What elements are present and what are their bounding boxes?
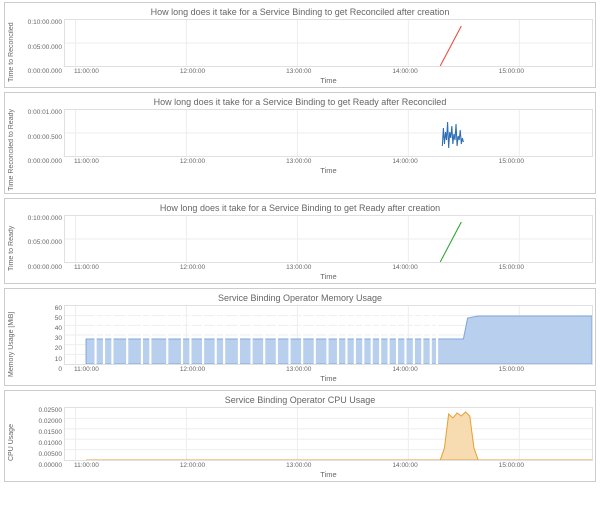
- chart-title: How long does it take for a Service Bind…: [7, 203, 593, 213]
- y-ticks: 0.02500 0.02000 0.01500 0.01000 0.00500 0.000…: [16, 407, 62, 469]
- y-tick: 0: [16, 366, 62, 373]
- x-tick: 11:00:00: [74, 264, 99, 271]
- y-tick: 0:00:01.000: [16, 109, 62, 116]
- y-tick: 10: [16, 356, 62, 363]
- y-tick: 0:00:00.500: [16, 134, 62, 141]
- plot-area: [64, 305, 593, 365]
- y-tick: 0.02500: [16, 407, 62, 414]
- x-tick: 13:00:00: [286, 366, 311, 373]
- x-ticks: 11:00:00 12:00:00 13:00:00 14:00:00 15:00:00: [74, 462, 524, 469]
- y-tick: 0:00:00.000: [16, 158, 62, 165]
- y-tick: 0.01500: [16, 429, 62, 436]
- x-tick: 12:00:00: [180, 264, 205, 271]
- chart-title: Service Binding Operator CPU Usage: [7, 395, 593, 405]
- plot-area: [64, 109, 593, 157]
- x-tick: 15:00:00: [499, 462, 524, 469]
- x-tick: 12:00:00: [180, 68, 205, 75]
- y-tick: 50: [16, 315, 62, 322]
- y-tick: 0.01000: [16, 440, 62, 447]
- y-ticks: 60 50 40 30 20 10 0: [16, 305, 62, 373]
- x-tick: 12:00:00: [180, 462, 205, 469]
- plot-area: [64, 407, 593, 461]
- x-tick: 12:00:00: [180, 366, 205, 373]
- chart-title: How long does it take for a Service Bind…: [7, 97, 593, 107]
- chart-panel-0: How long does it take for a Service Bind…: [4, 2, 596, 88]
- x-tick: 13:00:00: [286, 158, 311, 165]
- x-tick: 14:00:00: [392, 462, 417, 469]
- x-axis-label: Time: [64, 76, 593, 85]
- y-tick: 0:00:00.000: [16, 264, 62, 271]
- x-tick: 12:00:00: [180, 158, 205, 165]
- x-axis-label: Time: [64, 374, 593, 383]
- x-ticks: 11:00:00 12:00:00 13:00:00 14:00:00 15:00:00: [74, 366, 524, 373]
- y-axis-label: Time to Reconciled: [7, 19, 16, 85]
- y-tick: 0.02000: [16, 418, 62, 425]
- y-axis-label: Time to Ready: [7, 215, 16, 281]
- y-tick: 40: [16, 325, 62, 332]
- chart-panel-3: Service Binding Operator Memory Usage Mem…: [4, 288, 596, 386]
- y-tick: 0.00500: [16, 451, 62, 458]
- y-ticks: 0:10:00.000 0:05:00.000 0:00:00.000: [16, 215, 62, 271]
- y-tick: 0:00:00.000: [16, 68, 62, 75]
- y-tick: 0:05:00.000: [16, 44, 62, 51]
- x-tick: 11:00:00: [74, 68, 99, 75]
- y-tick: 0:10:00.000: [16, 19, 62, 26]
- x-tick: 14:00:00: [392, 264, 417, 271]
- chart-panel-2: How long does it take for a Service Bind…: [4, 198, 596, 284]
- chart-title: Service Binding Operator Memory Usage: [7, 293, 593, 303]
- x-tick: 11:00:00: [74, 366, 99, 373]
- y-axis-label: Memory Usage [MiB]: [7, 305, 16, 383]
- x-tick: 15:00:00: [499, 366, 524, 373]
- x-tick: 11:00:00: [74, 158, 99, 165]
- x-tick: 14:00:00: [392, 158, 417, 165]
- x-ticks: 11:00:00 12:00:00 13:00:00 14:00:00 15:00:00: [74, 68, 524, 75]
- x-ticks: 11:00:00 12:00:00 13:00:00 14:00:00 15:00:00: [74, 264, 524, 271]
- chart-panel-1: How long does it take for a Service Bind…: [4, 92, 596, 194]
- y-tick: 0:05:00.000: [16, 239, 62, 246]
- x-ticks: 11:00:00 12:00:00 13:00:00 14:00:00 15:00:00: [74, 158, 524, 165]
- x-tick: 13:00:00: [286, 68, 311, 75]
- y-axis-label: CPU Usage: [7, 407, 16, 479]
- y-ticks: 0:10:00.000 0:05:00.000 0:00:00.000: [16, 19, 62, 75]
- y-tick: 30: [16, 335, 62, 342]
- chart-title: How long does it take for a Service Bind…: [7, 7, 593, 17]
- chart-panel-4: Service Binding Operator CPU Usage CPU Us…: [4, 390, 596, 482]
- plot-area: [64, 215, 593, 263]
- x-tick: 15:00:00: [499, 158, 524, 165]
- y-tick: 0:10:00.000: [16, 215, 62, 222]
- y-tick: 20: [16, 345, 62, 352]
- x-tick: 13:00:00: [286, 462, 311, 469]
- y-tick: 60: [16, 305, 62, 312]
- x-axis-label: Time: [64, 470, 593, 479]
- y-tick: 0.00000: [16, 462, 62, 469]
- x-tick: 13:00:00: [286, 264, 311, 271]
- x-tick: 15:00:00: [499, 68, 524, 75]
- y-ticks: 0:00:01.000 0:00:00.500 0:00:00.000: [16, 109, 62, 165]
- x-axis-label: Time: [64, 166, 593, 175]
- charts-container: How long does it take for a Service Bind…: [0, 2, 600, 482]
- y-axis-label: Time Reconciled to Ready: [7, 109, 16, 191]
- x-tick: 15:00:00: [499, 264, 524, 271]
- x-axis-label: Time: [64, 272, 593, 281]
- x-tick: 14:00:00: [392, 68, 417, 75]
- x-tick: 11:00:00: [74, 462, 99, 469]
- x-tick: 14:00:00: [392, 366, 417, 373]
- plot-area: [64, 19, 593, 67]
